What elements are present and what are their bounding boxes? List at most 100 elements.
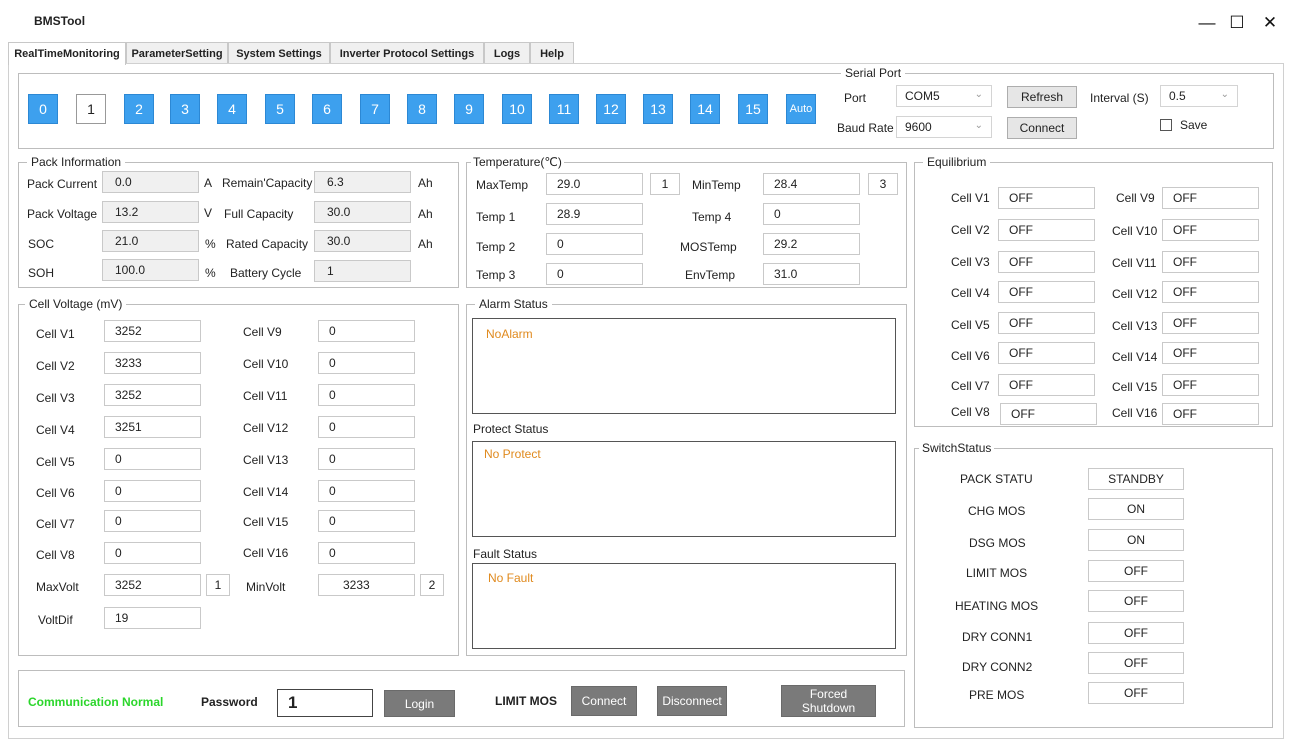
- full-capacity-label: Full Capacity: [224, 207, 294, 221]
- cell-button-1[interactable]: 1: [76, 94, 106, 124]
- dry-conn2-field: OFF: [1088, 652, 1184, 674]
- alarm-status-title: Alarm Status: [475, 297, 552, 311]
- port-value: COM5: [905, 89, 940, 103]
- cell-button-6[interactable]: 6: [312, 94, 342, 124]
- save-checkbox[interactable]: [1160, 119, 1172, 131]
- cell-button-3[interactable]: 3: [170, 94, 200, 124]
- full-capacity-unit: Ah: [418, 207, 433, 221]
- cell-button-15[interactable]: 15: [738, 94, 768, 124]
- eq-cell-v9-label: Cell V9: [1116, 191, 1155, 205]
- cell-button-10[interactable]: 10: [502, 94, 532, 124]
- interval-select[interactable]: 0.5 ⌄: [1160, 85, 1238, 107]
- pack-statu-label: PACK STATU: [960, 472, 1033, 486]
- soh-field: 100.0: [102, 259, 199, 281]
- eq-cell-v12-field: OFF: [1162, 281, 1259, 303]
- eq-cell-v3-label: Cell V3: [951, 255, 990, 269]
- cell-button-7[interactable]: 7: [360, 94, 390, 124]
- login-button[interactable]: Login: [384, 690, 455, 717]
- eq-cell-v13-label: Cell V13: [1112, 319, 1158, 333]
- chg-mos-label: CHG MOS: [968, 504, 1026, 518]
- eq-cell-v14-field: OFF: [1162, 342, 1259, 364]
- heating-mos-label: HEATING MOS: [955, 599, 1039, 613]
- eq-cell-v10-field: OFF: [1162, 219, 1259, 241]
- interval-value: 0.5: [1169, 89, 1186, 103]
- protect-status-title: Protect Status: [473, 422, 549, 436]
- eq-cell-v8-field: OFF: [1000, 403, 1097, 425]
- eq-cell-v5-field: OFF: [998, 312, 1095, 334]
- refresh-button[interactable]: Refresh: [1007, 86, 1077, 108]
- minvolt-field: 3233: [318, 574, 415, 596]
- eq-cell-v11-field: OFF: [1162, 251, 1259, 273]
- dsg-mos-field: ON: [1088, 529, 1184, 551]
- limit-mos-status-field: OFF: [1088, 560, 1184, 582]
- eq-cell-v6-field: OFF: [998, 342, 1095, 364]
- serial-connect-button[interactable]: Connect: [1007, 117, 1077, 139]
- tab-system-settings[interactable]: System Settings: [228, 42, 330, 64]
- limit-mos-disconnect-button[interactable]: Disconnect: [657, 686, 727, 716]
- close-icon[interactable]: ✕: [1255, 10, 1285, 36]
- cell-v2-label: Cell V2: [36, 359, 75, 373]
- alarm-status-text: NoAlarm: [486, 327, 533, 341]
- cell-button-0[interactable]: 0: [28, 94, 58, 124]
- cell-button-auto[interactable]: Auto: [786, 94, 816, 124]
- cell-v5-field: 0: [104, 448, 201, 470]
- cell-button-12[interactable]: 12: [596, 94, 626, 124]
- cell-button-13[interactable]: 13: [643, 94, 673, 124]
- tab-realtime-monitoring[interactable]: RealTimeMonitoring: [8, 42, 126, 65]
- soc-field: 21.0: [102, 230, 199, 252]
- eq-cell-v7-field: OFF: [998, 374, 1095, 396]
- minimize-icon[interactable]: —: [1192, 10, 1222, 36]
- eq-cell-v14-label: Cell V14: [1112, 350, 1158, 364]
- maximize-icon[interactable]: ☐: [1222, 10, 1252, 36]
- eq-cell-v13-field: OFF: [1162, 312, 1259, 334]
- dry-conn2-label: DRY CONN2: [962, 660, 1033, 674]
- remain-capacity-unit: Ah: [418, 176, 433, 190]
- pack-current-field: 0.0: [102, 171, 199, 193]
- forced-shutdown-button[interactable]: Forced Shutdown: [781, 685, 876, 717]
- cell-v9-field: 0: [318, 320, 415, 342]
- tab-help[interactable]: Help: [530, 42, 574, 64]
- tab-parameter-setting[interactable]: ParameterSetting: [126, 42, 228, 64]
- cell-button-2[interactable]: 2: [124, 94, 154, 124]
- cell-v3-field: 3252: [104, 384, 201, 406]
- rated-capacity-field: 30.0: [314, 230, 411, 252]
- eq-cell-v16-field: OFF: [1162, 403, 1259, 425]
- voltdif-field: 19: [104, 607, 201, 629]
- maxtemp-index-field: 1: [650, 173, 680, 195]
- cell-v15-label: Cell V15: [243, 515, 289, 529]
- serial-port-title: Serial Port: [841, 66, 906, 80]
- maxvolt-field: 3252: [104, 574, 201, 596]
- port-label: Port: [844, 91, 867, 105]
- minvolt-label: MinVolt: [246, 580, 286, 594]
- baud-rate-select[interactable]: 9600 ⌄: [896, 116, 992, 138]
- temp2-label: Temp 2: [476, 240, 516, 254]
- full-capacity-field: 30.0: [314, 201, 411, 223]
- temp4-label: Temp 4: [692, 210, 732, 224]
- cell-v4-field: 3251: [104, 416, 201, 438]
- cell-button-11[interactable]: 11: [549, 94, 579, 124]
- cell-v10-label: Cell V10: [243, 357, 289, 371]
- cell-v6-label: Cell V6: [36, 486, 75, 500]
- cell-v10-field: 0: [318, 352, 415, 374]
- pack-voltage-field: 13.2: [102, 201, 199, 223]
- cell-button-4[interactable]: 4: [217, 94, 247, 124]
- eq-cell-v10-label: Cell V10: [1112, 224, 1158, 238]
- tab-inverter-protocol-settings[interactable]: Inverter Protocol Settings: [330, 42, 484, 64]
- temp1-label: Temp 1: [476, 210, 516, 224]
- temp1-field: 28.9: [546, 203, 643, 225]
- chevron-down-icon: ⌄: [1220, 89, 1229, 100]
- cell-v9-label: Cell V9: [243, 325, 282, 339]
- password-input[interactable]: 1: [277, 689, 373, 717]
- fault-status-box: No Fault: [472, 563, 896, 649]
- envtemp-field: 31.0: [763, 263, 860, 285]
- cell-button-9[interactable]: 9: [454, 94, 484, 124]
- eq-cell-v9-field: OFF: [1162, 187, 1259, 209]
- cell-button-5[interactable]: 5: [265, 94, 295, 124]
- save-label: Save: [1180, 118, 1208, 132]
- limit-mos-connect-button[interactable]: Connect: [571, 686, 637, 716]
- tab-logs[interactable]: Logs: [484, 42, 530, 64]
- port-select[interactable]: COM5 ⌄: [896, 85, 992, 107]
- cell-button-8[interactable]: 8: [407, 94, 437, 124]
- cell-v13-field: 0: [318, 448, 415, 470]
- cell-button-14[interactable]: 14: [690, 94, 720, 124]
